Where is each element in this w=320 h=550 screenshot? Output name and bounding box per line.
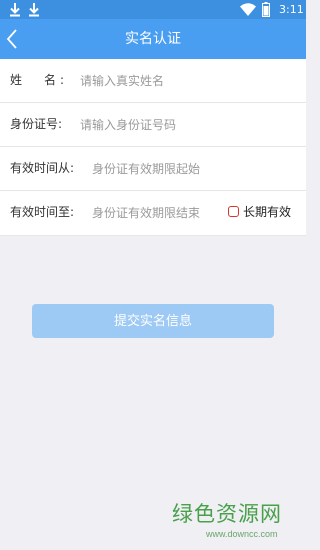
valid-to-input[interactable] [92,201,222,225]
wifi-icon [240,3,256,16]
battery-icon [262,2,270,17]
valid-from-row: 有效时间从: [0,147,306,191]
status-bar: 3:11 [0,0,306,19]
download-icon [10,3,20,17]
id-number-row: 身份证号: [0,103,306,147]
name-label: 姓名 [10,73,79,87]
name-row: 姓名 : [0,59,306,103]
id-number-label: 身份证号: [10,117,63,131]
download-icon [29,3,39,17]
name-label-colon: : [60,73,65,87]
valid-from-label: 有效时间从: [10,161,75,175]
long-term-label: 长期有效 [243,205,292,219]
checkbox-box[interactable] [228,206,239,217]
valid-from-input[interactable] [92,157,292,181]
valid-to-row: 有效时间至: 长期有效 [0,191,306,236]
status-time: 3:11 [279,3,304,16]
id-number-input[interactable] [80,113,290,137]
watermark-url: www.downcc.com [206,529,278,539]
submit-button[interactable]: 提交实名信息 [32,304,274,338]
real-name-form: 姓名 : 身份证号: 有效时间从: 有效时间至: 长期有效 [0,59,306,236]
watermark-title: 绿色资源网 [172,502,282,526]
valid-to-label: 有效时间至: [10,205,75,219]
page-title: 实名认证 [125,31,181,47]
nav-bar: 实名认证 [0,19,306,59]
name-input[interactable] [80,69,290,93]
